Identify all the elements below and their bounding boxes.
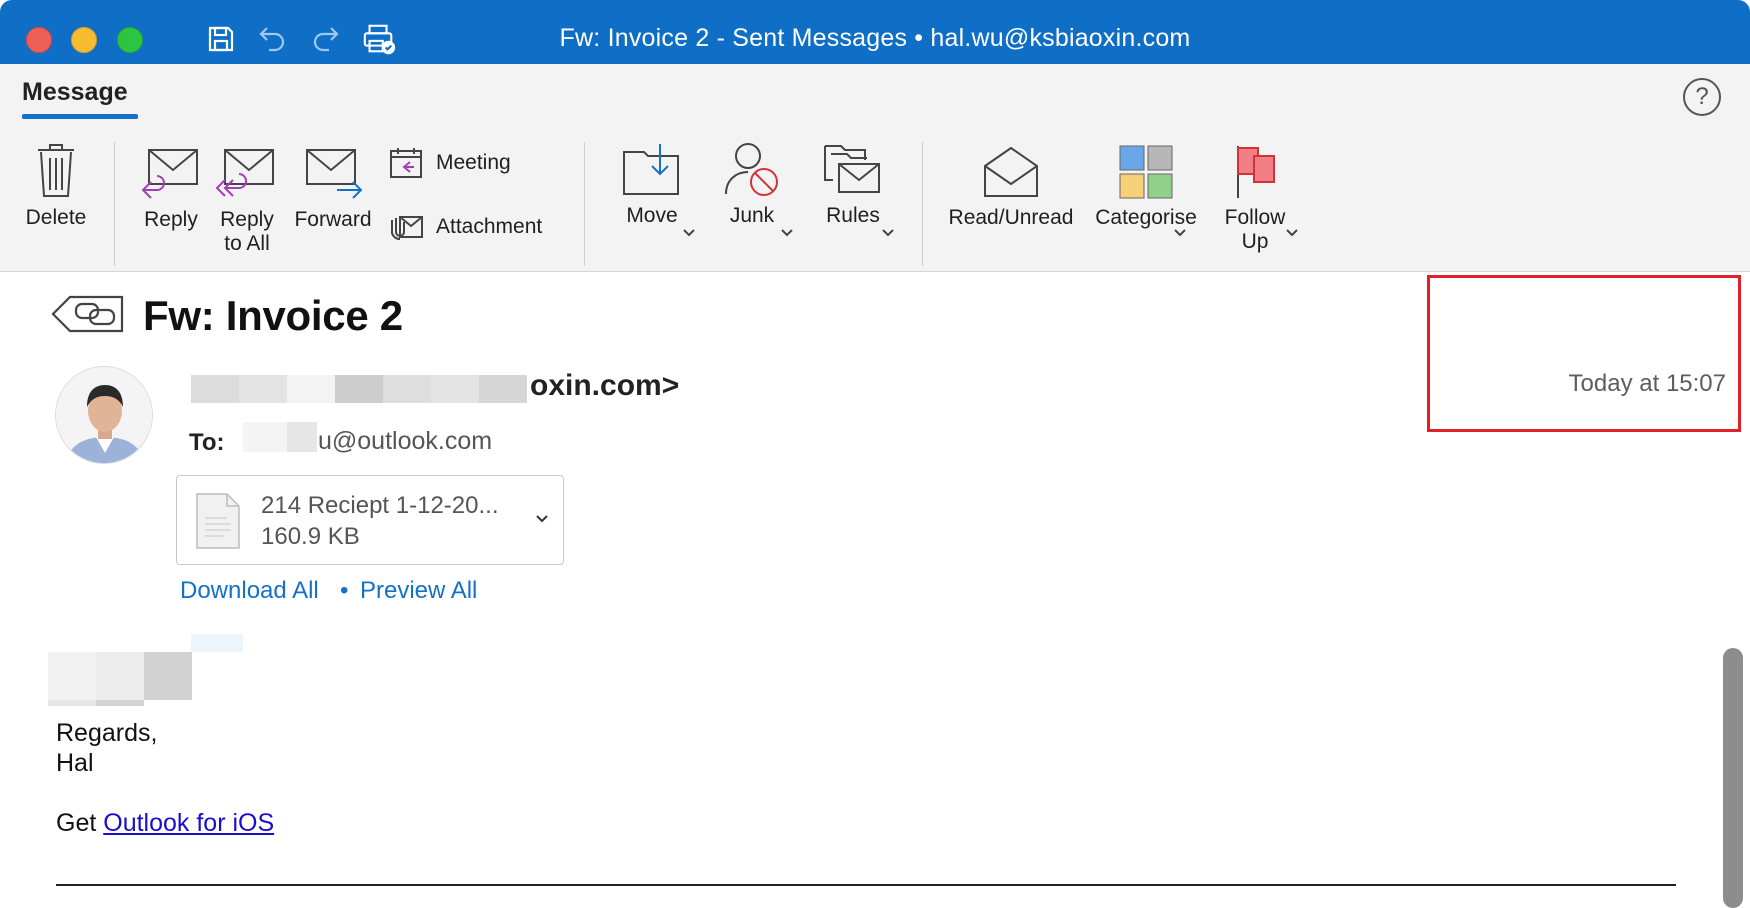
reply-all-label-line2: to All: [224, 232, 270, 255]
rules-icon: [824, 145, 880, 193]
conversation-icon[interactable]: [50, 294, 126, 339]
scrollbar-thumb[interactable]: [1723, 648, 1743, 908]
preview-all-link[interactable]: Preview All: [360, 577, 477, 605]
rules-button[interactable]: Rules: [808, 138, 898, 228]
read-unread-label: Read/Unread: [948, 206, 1074, 229]
categories-icon: [1119, 145, 1173, 199]
flag-icon: [1237, 146, 1275, 198]
follow-up-label-line1: Follow: [1224, 206, 1286, 229]
redacted-text: [144, 652, 192, 700]
attachment-card[interactable]: 214 Reciept 1-12-20... 160.9 KB: [176, 475, 564, 565]
read-unread-button[interactable]: Read/Unread: [944, 142, 1078, 230]
junk-button[interactable]: Junk: [712, 138, 792, 228]
meeting-button[interactable]: Meeting: [388, 146, 511, 180]
to-label: To:: [189, 429, 225, 456]
attachment-button[interactable]: Attachment: [388, 212, 542, 242]
document-icon: [196, 493, 240, 549]
move-button[interactable]: Move: [604, 138, 700, 228]
reply-icon: [141, 149, 198, 199]
meeting-label: Meeting: [436, 151, 511, 174]
reply-all-icon: [215, 149, 274, 197]
redacted-text: [479, 375, 527, 403]
redacted-text: [48, 700, 96, 706]
delete-label: Delete: [25, 206, 87, 229]
rules-dropdown-icon[interactable]: [881, 228, 895, 238]
message-subject: Fw: Invoice 2: [143, 292, 403, 339]
open-envelope-icon: [984, 146, 1038, 197]
attachment-label: Attachment: [436, 215, 543, 238]
move-folder-icon: [623, 144, 679, 195]
message-timestamp: Today at 15:07: [1568, 370, 1726, 397]
categorise-dropdown-icon[interactable]: [1173, 228, 1187, 238]
redacted-text: [287, 422, 317, 452]
help-button[interactable]: ?: [1683, 78, 1721, 116]
forward-label: Forward: [294, 208, 372, 231]
body-get-outlook: Get Outlook for iOS: [56, 808, 274, 838]
categorise-button[interactable]: Categorise: [1086, 142, 1206, 230]
title-bar: Fw: Invoice 2 - Sent Messages • hal.wu@k…: [0, 0, 1750, 64]
redacted-text: [287, 375, 335, 403]
avatar: [55, 366, 153, 464]
body-get-text: Get: [56, 809, 97, 837]
attachment-name: 214 Reciept 1-12-20...: [261, 492, 499, 519]
reply-button[interactable]: Reply: [136, 146, 206, 232]
highlight-box: Today at 15:07: [1427, 275, 1741, 432]
redacted-text: [96, 700, 144, 706]
body-name: Hal: [56, 749, 94, 777]
body-regards: Regards,: [56, 719, 158, 747]
redacted-text: [383, 375, 431, 403]
ribbon-separator: [584, 142, 585, 266]
attachment-forward-icon: [391, 216, 423, 240]
reply-all-button[interactable]: Reply to All: [212, 146, 282, 256]
redacted-text: [191, 375, 239, 403]
tab-message[interactable]: Message: [22, 78, 128, 107]
reply-all-label-line1: Reply: [220, 208, 274, 231]
move-dropdown-icon[interactable]: [682, 228, 696, 238]
sender-address[interactable]: oxin.com>: [530, 369, 679, 403]
calendar-reply-icon: [390, 148, 422, 178]
junk-icon: [725, 143, 778, 196]
rules-label: Rules: [826, 204, 880, 227]
active-tab-indicator: [22, 114, 138, 119]
categorise-label: Categorise: [1095, 206, 1197, 229]
attachment-size: 160.9 KB: [261, 523, 360, 550]
ribbon: Message ? Delete Reply Reply to All Forw…: [0, 64, 1750, 272]
follow-up-dropdown-icon[interactable]: [1285, 228, 1299, 238]
redacted-text: [96, 652, 144, 700]
chevron-down-icon[interactable]: [535, 514, 549, 524]
download-all-link[interactable]: Download All: [180, 577, 319, 605]
junk-label: Junk: [729, 204, 775, 227]
redacted-text: [48, 652, 96, 700]
forward-icon: [306, 149, 363, 199]
junk-dropdown-icon[interactable]: [780, 228, 794, 238]
divider: [56, 884, 1676, 886]
window-title: Fw: Invoice 2 - Sent Messages • hal.wu@k…: [559, 24, 1191, 52]
trash-icon: [38, 144, 74, 197]
recipient-address[interactable]: u@outlook.com: [318, 427, 492, 456]
move-label: Move: [626, 204, 678, 227]
redacted-text: [191, 634, 243, 652]
redacted-text: [243, 422, 287, 452]
reply-label: Reply: [144, 208, 198, 231]
outlook-ios-link[interactable]: Outlook for iOS: [103, 809, 274, 837]
forward-button[interactable]: Forward: [290, 146, 376, 232]
ribbon-separator: [114, 142, 115, 266]
redacted-text: [335, 375, 383, 403]
link-separator: •: [340, 577, 349, 604]
delete-button[interactable]: Delete: [18, 142, 94, 230]
ribbon-separator: [922, 142, 923, 266]
redacted-text: [239, 375, 287, 403]
redacted-text: [431, 375, 479, 403]
